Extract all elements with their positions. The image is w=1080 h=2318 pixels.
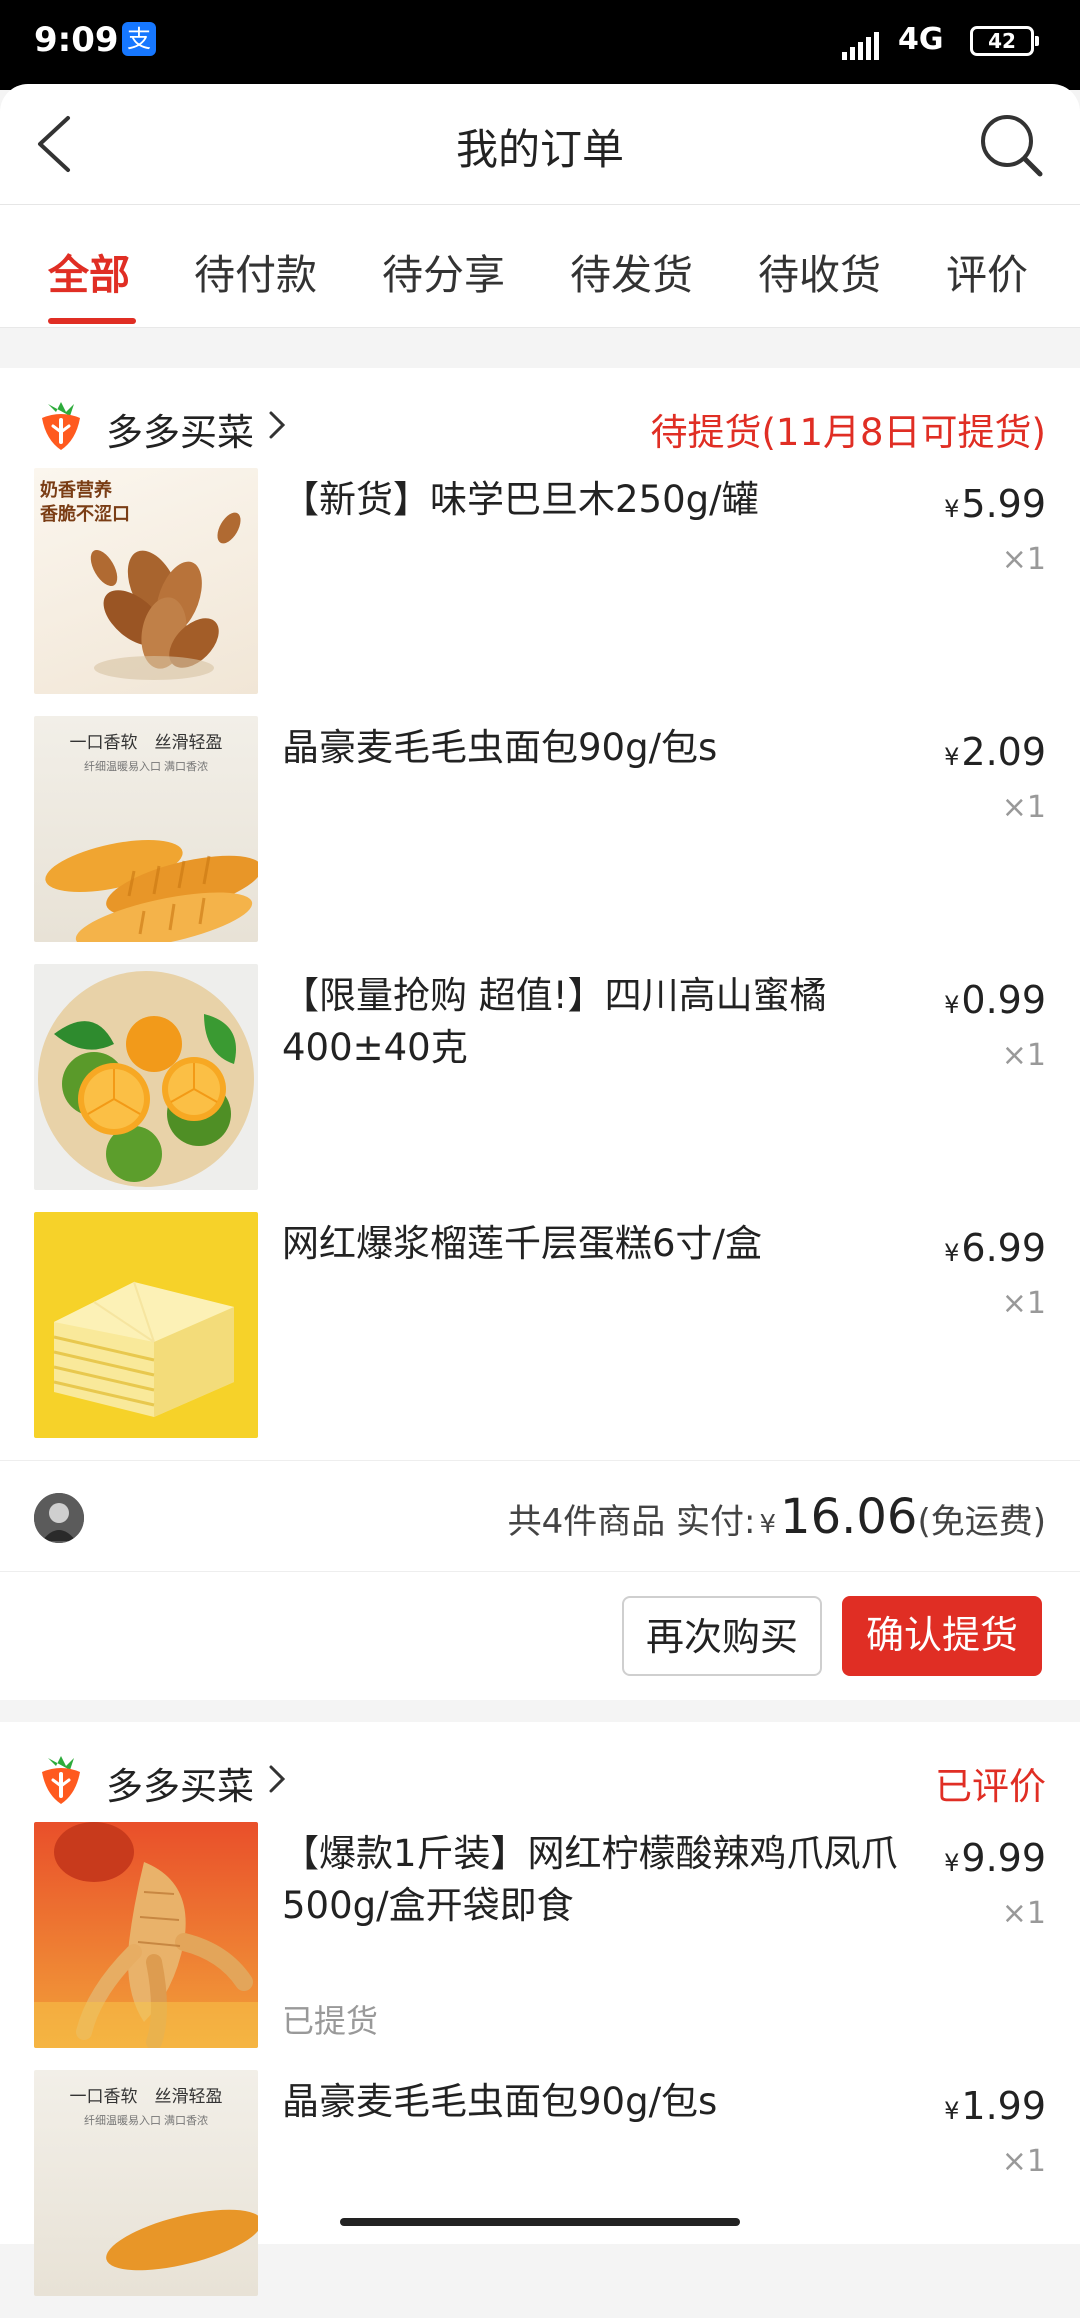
network-indicator: 4G — [898, 22, 944, 57]
thumb-text-2: 香脆不涩口 — [39, 503, 130, 524]
item-title[interactable]: 【爆款1斤装】网红柠檬酸辣鸡爪凤爪500g/盒开袋即食 — [282, 1828, 922, 1932]
chevron-right-icon — [269, 1765, 286, 1793]
item-quantity: ×1 — [1001, 542, 1046, 577]
status-time: 9:09 — [34, 20, 119, 60]
item-quantity: ×1 — [1001, 1896, 1046, 1931]
product-image — [34, 964, 258, 1190]
chevron-right-icon — [269, 411, 286, 439]
item-status: 已提货 — [282, 2002, 379, 2040]
item-price: ¥5.99 — [944, 482, 1046, 526]
thumb-text-1: 奶香营养 — [40, 479, 113, 500]
order-item[interactable]: 奶香营养 香脆不涩口 【新货】味学巴旦木250g/罐 ¥5.99 ×1 — [0, 468, 1080, 716]
shop-name[interactable]: 多多买菜 — [106, 402, 254, 456]
carrot-logo-icon — [34, 1752, 88, 1806]
tab-pending-share[interactable]: 待分享 — [382, 241, 505, 301]
shop-header[interactable]: 多多买菜 待提货(11月8日可提货) — [0, 368, 1080, 468]
confirm-pickup-button[interactable]: 确认提货 — [842, 1596, 1042, 1676]
order-tabs: 全部 待付款 待分享 待发货 待收货 评价 — [0, 205, 1080, 328]
order-status: 已评价 — [935, 1765, 1046, 1808]
active-tab-indicator — [48, 318, 136, 324]
order-item[interactable]: 【限量抢购 超值!】四川高山蜜橘400±40克 ¥0.99 ×1 — [0, 964, 1080, 1212]
signal-icon — [842, 32, 879, 60]
item-quantity: ×1 — [1001, 2144, 1046, 2179]
order-item[interactable]: 一口香软 丝滑轻盈 纤细温暖易入口 满口香浓 晶豪麦毛毛虫面包90g/包s ¥1… — [0, 2070, 1080, 2318]
thumb-text-2: 纤细温暖易入口 满口香浓 — [84, 2114, 208, 2127]
battery-icon: 42 — [970, 26, 1039, 56]
paid-label: 实付: — [676, 1502, 756, 1542]
tab-pending-receive[interactable]: 待收货 — [758, 241, 881, 301]
order-total: 共4件商品 实付: ¥16.06(免运费) — [507, 1489, 1046, 1545]
carrot-logo-icon — [34, 398, 88, 452]
product-image: 奶香营养 香脆不涩口 — [34, 468, 258, 694]
order-item[interactable]: 网红爆浆榴莲千层蛋糕6寸/盒 ¥6.99 ×1 — [0, 1212, 1080, 1460]
item-price: ¥1.99 — [944, 2084, 1046, 2128]
item-price: ¥0.99 — [944, 978, 1046, 1022]
item-title[interactable]: 晶豪麦毛毛虫面包90g/包s — [282, 722, 922, 774]
shipping-note: (免运费) — [917, 1502, 1046, 1542]
item-price: ¥6.99 — [944, 1226, 1046, 1270]
tab-pending-ship[interactable]: 待发货 — [570, 241, 693, 301]
product-image: 一口香软 丝滑轻盈 纤细温暖易入口 满口香浓 — [34, 2070, 258, 2296]
order-card[interactable]: 多多买菜 已评价 【爆款1斤装】网红柠檬酸辣鸡爪凤爪500g/盒开袋即食 ¥9.… — [0, 1722, 1080, 2296]
tab-review[interactable]: 评价 — [946, 241, 1028, 301]
avatar — [34, 1493, 84, 1543]
search-icon[interactable] — [978, 112, 1044, 178]
item-title[interactable]: 网红爆浆榴莲千层蛋糕6寸/盒 — [282, 1218, 922, 1270]
order-card[interactable]: 多多买菜 待提货(11月8日可提货) 奶香营养 香脆不涩口 【新货】味学巴旦木2… — [0, 368, 1080, 1700]
thumb-text-1: 一口香软 丝滑轻盈 — [70, 2087, 223, 2106]
product-image: 一口香软 丝滑轻盈 纤细温暖易入口 满口香浓 — [34, 716, 258, 942]
status-bar: 9:09 支 4G 42 — [0, 0, 1080, 90]
item-title[interactable]: 【新货】味学巴旦木250g/罐 — [282, 474, 922, 526]
total-amount: 16.06 — [780, 1489, 918, 1545]
item-count: 共4件商品 — [507, 1502, 666, 1542]
shop-header[interactable]: 多多买菜 已评价 — [0, 1722, 1080, 1822]
thumb-text-2: 纤细温暖易入口 满口香浓 — [84, 760, 208, 773]
thumb-text-1: 一口香软 丝滑轻盈 — [70, 733, 223, 752]
product-image — [34, 1822, 258, 2048]
home-indicator[interactable] — [340, 2218, 740, 2226]
item-title[interactable]: 【限量抢购 超值!】四川高山蜜橘400±40克 — [282, 970, 922, 1074]
tab-pending-payment[interactable]: 待付款 — [194, 241, 317, 301]
app-header: 我的订单 — [0, 84, 1080, 205]
alipay-icon: 支 — [122, 22, 156, 56]
page-title: 我的订单 — [455, 125, 624, 174]
order-actions: 再次购买 确认提货 — [0, 1570, 1080, 1694]
item-quantity: ×1 — [1001, 790, 1046, 825]
order-item[interactable]: 【爆款1斤装】网红柠檬酸辣鸡爪凤爪500g/盒开袋即食 ¥9.99 ×1 已提货 — [0, 1822, 1080, 2070]
item-quantity: ×1 — [1001, 1038, 1046, 1073]
item-price: ¥9.99 — [944, 1836, 1046, 1880]
item-quantity: ×1 — [1001, 1286, 1046, 1321]
item-title[interactable]: 晶豪麦毛毛虫面包90g/包s — [282, 2076, 922, 2128]
item-price: ¥2.09 — [944, 730, 1046, 774]
tab-all[interactable]: 全部 — [48, 241, 130, 301]
product-image — [34, 1212, 258, 1438]
order-status: 待提货(11月8日可提货) — [650, 411, 1047, 454]
order-item[interactable]: 一口香软 丝滑轻盈 纤细温暖易入口 满口香浓 晶豪麦毛毛虫面包90g/包s ¥2… — [0, 716, 1080, 964]
buy-again-button[interactable]: 再次购买 — [622, 1596, 822, 1676]
order-summary: 共4件商品 实付: ¥16.06(免运费) — [0, 1460, 1080, 1572]
shop-name[interactable]: 多多买菜 — [106, 1756, 254, 1810]
